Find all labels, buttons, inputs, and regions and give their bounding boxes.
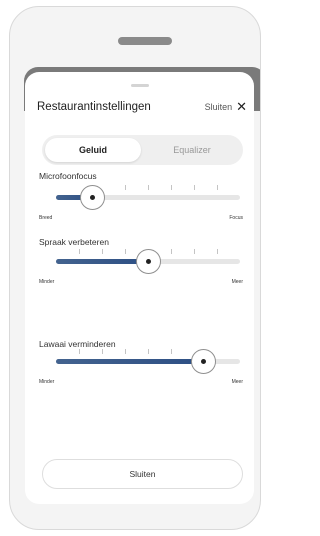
phone-speaker <box>118 37 172 45</box>
control-lawaai-verminderen: Lawaai verminderen Minder Meer <box>37 339 245 409</box>
min-label: Minder <box>39 379 55 385</box>
slider-fill <box>56 359 204 364</box>
slider-tick <box>171 185 172 190</box>
control-spraak-verbeteren: Spraak verbeteren Minder Meer <box>37 237 245 307</box>
slider-tick <box>79 249 80 254</box>
knob-dot <box>90 195 96 200</box>
slider-tick <box>79 349 80 354</box>
control-label: Lawaai verminderen <box>39 339 116 349</box>
slider-tick <box>194 185 195 190</box>
slider-tick <box>171 249 172 254</box>
slider-tick <box>217 185 218 190</box>
slider-knob[interactable] <box>190 349 216 374</box>
max-label: Focus <box>229 215 243 221</box>
slider-tick <box>148 349 149 354</box>
close-icon: ✕ <box>236 99 247 114</box>
tab-switcher: Geluid Equalizer <box>42 135 243 165</box>
knob-dot <box>200 359 206 364</box>
control-label: Microfoonfocus <box>39 171 97 181</box>
slider-tick <box>217 249 218 254</box>
slider-tick <box>171 349 172 354</box>
knob-dot <box>145 259 151 264</box>
sheet-title: Restaurantinstellingen <box>37 101 151 113</box>
tab-geluid[interactable]: Geluid <box>45 138 141 162</box>
tab-equalizer[interactable]: Equalizer <box>144 138 240 162</box>
slider-fill <box>56 259 148 264</box>
slider-tick <box>125 349 126 354</box>
max-label: Meer <box>231 379 243 385</box>
min-label: Minder <box>39 279 55 285</box>
slider-tick <box>194 249 195 254</box>
settings-sheet: Restaurantinstellingen Sluiten ✕ Geluid … <box>25 72 254 504</box>
close-top-button[interactable]: Sluiten ✕ <box>204 99 247 114</box>
min-label: Breed <box>39 215 53 221</box>
control-microfoonfocus: Microfoonfocus Breed Focus <box>37 171 245 241</box>
close-top-label: Sluiten <box>204 101 233 112</box>
slider-tick <box>102 349 103 354</box>
slider-knob[interactable] <box>80 185 106 210</box>
slider-knob[interactable] <box>135 249 161 274</box>
slider-tick <box>148 185 149 190</box>
slider-tick <box>125 185 126 190</box>
slider-tick <box>125 249 126 254</box>
slider-tick <box>102 249 103 254</box>
sheet-grabber[interactable] <box>131 84 149 87</box>
max-label: Meer <box>231 279 243 285</box>
control-label: Spraak verbeteren <box>39 237 109 247</box>
close-bottom-button[interactable]: Sluiten <box>42 459 243 489</box>
